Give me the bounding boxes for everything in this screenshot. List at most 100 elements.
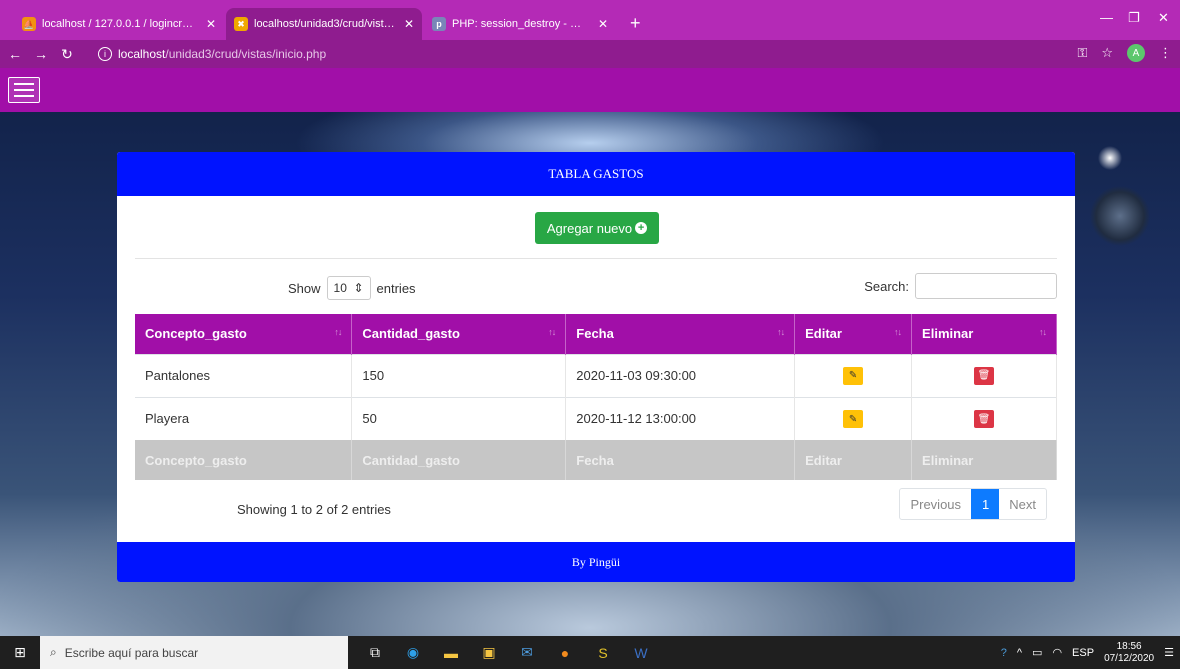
edge-icon[interactable]: ◉ [394, 636, 432, 669]
entries-select[interactable]: 10 ⇕ [326, 276, 371, 300]
sort-icon: ↑↓ [548, 327, 556, 337]
system-tray: ? ^ ▭ ◠ ESP 18:56 07/12/2020 ☰ [1001, 636, 1174, 669]
chrome-icon[interactable]: ● [546, 636, 584, 669]
close-icon[interactable]: ✕ [206, 17, 216, 31]
back-button[interactable]: ← [4, 46, 26, 62]
edit-icon[interactable]: ✎ [843, 410, 864, 428]
battery-icon[interactable]: ▭ [1032, 646, 1042, 659]
cell-fecha: 2020-11-03 09:30:00 [565, 353, 796, 397]
tab-php-manual[interactable]: p PHP: session_destroy - Manual ✕ [424, 8, 616, 40]
sort-icon: ↑↓ [894, 327, 902, 337]
sublime-icon[interactable]: S [584, 636, 622, 669]
language-indicator[interactable]: ESP [1072, 647, 1094, 659]
url-field[interactable]: i localhost/unidad3/crud/vistas/inicio.p… [98, 44, 1098, 64]
next-button[interactable]: Next [999, 489, 1046, 519]
new-tab-button[interactable]: + [630, 14, 641, 32]
page-1-button[interactable]: 1 [971, 489, 1000, 519]
clock-date: 07/12/2020 [1104, 652, 1155, 664]
hamburger-menu-icon[interactable] [8, 77, 40, 103]
col-fecha-header[interactable]: Fecha ↑↓ [565, 314, 796, 354]
sort-icon: ↑↓ [777, 327, 785, 337]
taskbar-search[interactable]: ⌕ Escribe aquí para buscar [40, 636, 348, 669]
card-title: TABLA GASTOS [117, 152, 1075, 196]
wifi-icon[interactable]: ◠ [1052, 646, 1062, 659]
col-editar-header[interactable]: Editar ↑↓ [794, 314, 913, 354]
help-icon[interactable]: ? [1001, 647, 1007, 659]
card-footer: By Pingüi [117, 542, 1075, 582]
tab-inicio[interactable]: ✖ localhost/unidad3/crud/vistas/in ✕ [226, 8, 422, 40]
entries-label: entries [376, 280, 416, 296]
info-icon[interactable]: i [98, 47, 112, 61]
close-icon[interactable]: ✕ [404, 17, 414, 31]
taskbar-search-placeholder: Escribe aquí para buscar [64, 645, 199, 660]
select-arrows-icon: ⇕ [353, 281, 364, 295]
sort-icon: ↑↓ [1039, 327, 1047, 337]
clock[interactable]: 18:56 07/12/2020 [1104, 641, 1154, 665]
trash-icon[interactable]: 🗑 [974, 366, 995, 385]
close-icon[interactable]: ✕ [598, 17, 608, 31]
phpmyadmin-icon: ⛵ [22, 17, 36, 31]
plus-circle-icon: + [635, 222, 648, 234]
previous-button[interactable]: Previous [900, 489, 971, 519]
restore-button[interactable]: ❐ [1128, 10, 1140, 26]
show-label: Show [288, 280, 321, 296]
address-bar: ← → ↻ i localhost/unidad3/crud/vistas/in… [0, 40, 1180, 68]
tab-title: PHP: session_destroy - Manual [452, 18, 590, 30]
clock-time: 18:56 [1116, 640, 1142, 652]
cell-fecha: 2020-11-12 13:00:00 [565, 396, 796, 440]
edit-icon[interactable]: ✎ [843, 366, 864, 385]
tab-title: localhost/unidad3/crud/vistas/in [254, 18, 396, 30]
mail-icon[interactable]: ✉ [508, 636, 546, 669]
close-window-button[interactable]: ✕ [1158, 10, 1169, 26]
cell-cantidad: 150 [351, 353, 567, 397]
reload-button[interactable]: ↻ [56, 46, 78, 63]
search-input[interactable] [915, 273, 1057, 299]
url-host: localhost [118, 47, 166, 61]
foot-concepto: Concepto_gasto [135, 440, 353, 480]
expenses-table: Concepto_gasto ↑↓ Cantidad_gasto ↑↓ Fecha ↑… [135, 314, 1057, 480]
col-eliminar-header[interactable]: Eliminar ↑↓ [911, 314, 1057, 354]
foot-fecha: Fecha [565, 440, 796, 480]
minimize-button[interactable]: — [1100, 10, 1113, 25]
table-row: Playera 50 2020-11-12 13:00:00 ✎ 🗑 [135, 396, 1057, 440]
forward-button[interactable]: → [30, 46, 52, 62]
tab-title: localhost / 127.0.0.1 / logincrud / [42, 18, 198, 30]
pagination: Previous 1 Next [899, 488, 1047, 520]
xampp-icon: ✖ [234, 17, 248, 31]
sort-icon: ↑↓ [334, 327, 342, 337]
col-concepto-header[interactable]: Concepto_gasto ↑↓ [135, 314, 353, 354]
profile-avatar[interactable]: A [1127, 44, 1145, 62]
expenses-card: TABLA GASTOS Agregar nuevo + Show 10 ⇕ e… [117, 152, 1075, 582]
task-view-icon[interactable]: ⧉ [356, 636, 394, 669]
col-cantidad-header[interactable]: Cantidad_gasto ↑↓ [351, 314, 567, 354]
chevron-up-icon[interactable]: ^ [1017, 647, 1022, 659]
add-new-label: Agregar nuevo [546, 220, 633, 236]
table-header-row: Concepto_gasto ↑↓ Cantidad_gasto ↑↓ Fecha ↑… [135, 314, 1057, 354]
foot-editar: Editar [794, 440, 913, 480]
key-icon[interactable]: ⚿ [1077, 45, 1087, 61]
star-icon[interactable]: ☆ [1101, 45, 1113, 61]
page-viewport: TABLA GASTOS Agregar nuevo + Show 10 ⇕ e… [0, 68, 1180, 636]
add-new-button[interactable]: Agregar nuevo + [535, 212, 659, 244]
entries-value: 10 [333, 281, 347, 295]
site-navbar [0, 68, 1180, 112]
trash-icon[interactable]: 🗑 [974, 410, 995, 428]
file-explorer-icon[interactable]: ▬ [432, 636, 470, 669]
word-icon[interactable]: W [622, 636, 660, 669]
table-info: Showing 1 to 2 of 2 entries [237, 502, 391, 517]
menu-dots-icon[interactable]: ⋮ [1159, 45, 1172, 61]
foot-cantidad: Cantidad_gasto [351, 440, 567, 480]
entries-length-control: Show 10 ⇕ entries [288, 276, 416, 300]
url-path: /unidad3/crud/vistas/inicio.php [165, 47, 327, 61]
search-label: Search: [864, 278, 909, 294]
browser-tab-bar: ⛵ localhost / 127.0.0.1 / logincrud / ✕ … [0, 0, 1180, 40]
php-icon: p [432, 17, 446, 31]
cell-concepto: Playera [135, 396, 353, 440]
tab-phpmyadmin[interactable]: ⛵ localhost / 127.0.0.1 / logincrud / ✕ [14, 8, 224, 40]
windows-start-icon[interactable]: ⊞ [0, 636, 40, 669]
windows-taskbar: ⊞ ⌕ Escribe aquí para buscar ⧉ ◉ ▬ ▣ ✉ ●… [0, 636, 1180, 669]
notifications-icon[interactable]: ☰ [1164, 646, 1174, 659]
store-icon[interactable]: ▣ [470, 636, 508, 669]
foot-eliminar: Eliminar [911, 440, 1057, 480]
divider [135, 258, 1057, 259]
